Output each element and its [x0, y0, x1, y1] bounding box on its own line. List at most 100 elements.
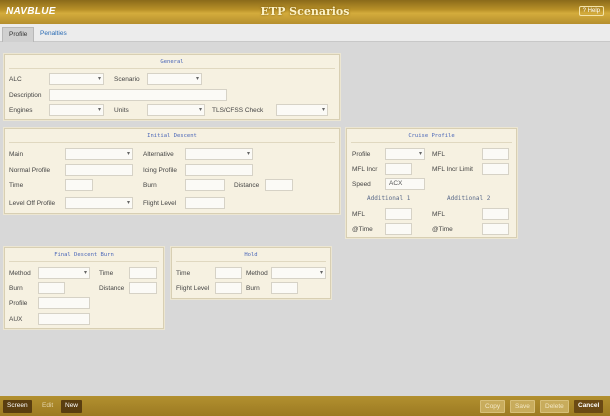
time-input[interactable]	[215, 267, 242, 279]
page-title: ETP Scenarios	[260, 5, 350, 18]
divider	[176, 261, 326, 262]
alc-label: ALC	[9, 76, 22, 83]
tls-cfss-check-label: TLS/CFSS Check	[212, 107, 264, 114]
divider	[9, 142, 335, 143]
additional-1-mfl-label: MFL	[352, 211, 365, 218]
general-panel: General ALC Scenario Description Engines…	[4, 54, 340, 120]
speed-label: Speed	[352, 181, 371, 188]
time-label: Time	[99, 270, 114, 277]
units-label: Units	[114, 107, 129, 114]
distance-input[interactable]	[129, 282, 157, 294]
final-descent-burn-title: Final Descent Burn	[54, 252, 114, 258]
tab-profile[interactable]: Profile	[2, 27, 35, 42]
initial-descent-panel: Initial Descent Main Alternative Normal …	[4, 128, 340, 214]
tls-cfss-check-select[interactable]	[276, 104, 328, 116]
alternative-label: Alternative	[143, 151, 174, 158]
divider	[351, 142, 512, 143]
additional-1-time-input[interactable]	[385, 223, 412, 235]
mfl-label: MFL	[432, 151, 445, 158]
main-select[interactable]	[65, 148, 133, 160]
method-label: Method	[246, 270, 268, 277]
screen-button[interactable]: Screen	[3, 400, 32, 413]
alc-select[interactable]	[49, 73, 104, 85]
mfl-incr-limit-input[interactable]	[482, 163, 509, 175]
hold-title: Hold	[244, 252, 258, 258]
time-label: Time	[9, 182, 24, 189]
speed-input[interactable]: ACX	[385, 178, 425, 190]
copy-button[interactable]: Copy	[480, 400, 506, 413]
mfl-incr-limit-label: MFL Incr Limit	[432, 166, 473, 173]
burn-input[interactable]	[271, 282, 298, 294]
mfl-incr-input[interactable]	[385, 163, 412, 175]
flight-level-input[interactable]	[185, 197, 225, 209]
additional-2-header: Additional 2	[447, 195, 491, 202]
aux-label: AUX	[9, 316, 23, 323]
icing-profile-label: Icing Profile	[143, 167, 177, 174]
tab-bar: Profile Penalties	[0, 24, 610, 42]
engines-label: Engines	[9, 107, 33, 114]
new-button[interactable]: New	[61, 400, 83, 413]
method-select[interactable]	[271, 267, 326, 279]
mfl-input[interactable]	[482, 148, 509, 160]
additional-1-mfl-input[interactable]	[385, 208, 412, 220]
cruise-profile-title: Cruise Profile	[408, 133, 455, 139]
burn-input[interactable]	[185, 179, 225, 191]
general-title: General	[160, 59, 184, 65]
icing-profile-input[interactable]	[185, 164, 253, 176]
description-input[interactable]	[49, 89, 227, 101]
burn-input[interactable]	[38, 282, 65, 294]
time-input[interactable]	[129, 267, 157, 279]
flight-level-label: Flight Level	[143, 200, 177, 207]
burn-label: Burn	[143, 182, 157, 189]
engines-select[interactable]	[49, 104, 104, 116]
time-input[interactable]	[65, 179, 93, 191]
aux-input[interactable]	[38, 313, 90, 325]
tab-penalties[interactable]: Penalties	[34, 27, 73, 42]
units-select[interactable]	[147, 104, 205, 116]
additional-2-time-label: @Time	[432, 226, 453, 233]
distance-input[interactable]	[265, 179, 293, 191]
help-icon: ?	[582, 8, 586, 14]
final-descent-burn-panel: Final Descent Burn Method Time Burn Dist…	[4, 247, 164, 329]
app-header: NAVBLUE ETP Scenarios ? Help	[0, 0, 610, 24]
profile-label: Profile	[9, 300, 28, 307]
alternative-select[interactable]	[185, 148, 253, 160]
help-label: Help	[587, 8, 600, 14]
cruise-profile-panel: Cruise Profile Profile MFL MFL Incr MFL …	[346, 128, 517, 238]
save-button[interactable]: Save	[510, 400, 535, 413]
flight-level-input[interactable]	[215, 282, 242, 294]
level-off-profile-label: Level Off Profile	[9, 200, 56, 207]
hold-panel: Hold Time Method Flight Level Burn	[171, 247, 331, 299]
description-label: Description	[9, 92, 42, 99]
normal-profile-label: Normal Profile	[9, 167, 51, 174]
initial-descent-title: Initial Descent	[147, 133, 197, 139]
additional-1-time-label: @Time	[352, 226, 373, 233]
scenario-select[interactable]	[147, 73, 202, 85]
additional-2-mfl-label: MFL	[432, 211, 445, 218]
profile-input[interactable]	[38, 297, 90, 309]
distance-label: Distance	[234, 182, 260, 189]
divider	[9, 261, 159, 262]
mfl-incr-label: MFL Incr	[352, 166, 378, 173]
additional-1-header: Additional 1	[367, 195, 411, 202]
profile-label: Profile	[352, 151, 371, 158]
help-button[interactable]: ? Help	[578, 6, 604, 16]
burn-label: Burn	[246, 285, 260, 292]
scenario-label: Scenario	[114, 76, 140, 83]
main-label: Main	[9, 151, 24, 158]
cancel-button[interactable]: Cancel	[574, 400, 604, 413]
additional-2-mfl-input[interactable]	[482, 208, 509, 220]
footer-toolbar: Screen Edit New Copy Save Delete Cancel	[0, 396, 610, 416]
additional-2-time-input[interactable]	[482, 223, 509, 235]
normal-profile-input[interactable]	[65, 164, 133, 176]
delete-button[interactable]: Delete	[540, 400, 569, 413]
profile-select[interactable]	[385, 148, 425, 160]
level-off-profile-select[interactable]	[65, 197, 133, 209]
time-label: Time	[176, 270, 191, 277]
method-select[interactable]	[38, 267, 90, 279]
edit-button[interactable]: Edit	[38, 400, 57, 413]
distance-label: Distance	[99, 285, 125, 292]
flight-level-label: Flight Level	[176, 285, 210, 292]
method-label: Method	[9, 270, 31, 277]
divider	[9, 68, 335, 69]
